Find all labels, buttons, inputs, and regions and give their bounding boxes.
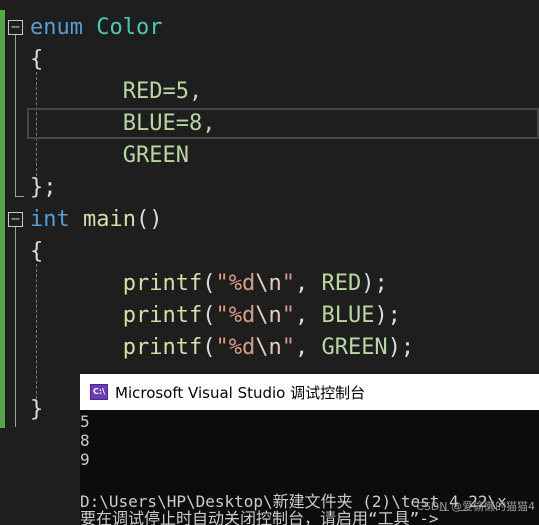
enum-keyword: enum — [30, 15, 83, 40]
console-title: Microsoft Visual Studio 调试控制台 — [115, 383, 366, 402]
arg-green: GREEN — [321, 335, 388, 360]
change-tracking-bar — [0, 10, 5, 428]
printf-call: printf — [122, 271, 203, 296]
format-string: "%d — [215, 335, 256, 360]
enum-member-red: RED=5, — [122, 79, 203, 104]
arg-separator: , — [294, 303, 322, 328]
format-string-end: " — [281, 271, 295, 296]
code-line-9[interactable]: printf("%d\n", RED); — [30, 268, 388, 300]
call-close: ); — [387, 335, 415, 360]
format-string-end: " — [281, 335, 295, 360]
code-line-2[interactable]: { — [30, 44, 43, 76]
collapse-main-icon[interactable]: − — [8, 212, 23, 227]
main-function-name: main — [83, 207, 136, 232]
enum-member-blue: BLUE=8, — [122, 111, 216, 136]
main-open-brace: { — [30, 239, 44, 264]
code-line-5[interactable]: GREEN — [30, 140, 189, 172]
printf-call: printf — [122, 303, 203, 328]
code-line-7[interactable]: int main() — [30, 204, 162, 236]
enum-fold-end — [15, 196, 24, 197]
enum-name: Color — [96, 15, 163, 40]
arg-separator: , — [294, 271, 322, 296]
console-output-line: 9 — [80, 450, 90, 469]
main-return-type: int — [30, 207, 70, 232]
paren: ( — [202, 271, 216, 296]
csdn-watermark: CSDN @爱偷懒的猫猫4 — [416, 500, 535, 513]
enum-fold-line — [15, 35, 16, 196]
main-fold-line — [15, 227, 16, 427]
printf-call: printf — [122, 335, 203, 360]
paren: ( — [202, 335, 216, 360]
collapse-enum-icon[interactable]: − — [8, 20, 23, 35]
call-close: ); — [374, 303, 401, 328]
code-line-1[interactable]: enum Color — [30, 12, 162, 44]
format-string: "%d — [215, 303, 256, 328]
enum-open-brace: { — [30, 47, 44, 72]
code-line-11[interactable]: printf("%d\n", GREEN); — [30, 332, 414, 364]
console-app-icon: C:\ — [90, 384, 108, 400]
arg-blue: BLUE — [321, 303, 375, 328]
escape-sequence: \n — [255, 271, 282, 296]
paren: ( — [202, 303, 216, 328]
console-output-line: 8 — [80, 431, 90, 450]
main-close-brace: } — [30, 397, 44, 422]
code-line-3[interactable]: RED=5, — [30, 76, 202, 108]
code-line-6[interactable]: }; — [30, 172, 57, 204]
enum-close-brace: }; — [30, 175, 57, 200]
console-output-line: 5 — [80, 412, 90, 431]
arg-red: RED — [321, 271, 362, 296]
arg-separator: , — [294, 335, 322, 360]
call-close: ); — [361, 271, 388, 296]
console-hint-line: 要在调试停止时自动关闭控制台，请启用“工具”-> — [80, 509, 439, 525]
enum-member-green: GREEN — [122, 143, 189, 168]
escape-sequence: \n — [255, 303, 282, 328]
format-string: "%d — [215, 271, 256, 296]
console-title-bar[interactable]: C:\ Microsoft Visual Studio 调试控制台 — [80, 374, 539, 410]
escape-sequence: \n — [255, 335, 282, 360]
code-line-4[interactable]: BLUE=8, — [30, 108, 216, 140]
code-line-12[interactable]: } — [30, 394, 43, 426]
format-string-end: " — [281, 303, 295, 328]
main-parens: () — [135, 207, 163, 232]
code-line-8[interactable]: { — [30, 236, 43, 268]
code-line-10[interactable]: printf("%d\n", BLUE); — [30, 300, 401, 332]
